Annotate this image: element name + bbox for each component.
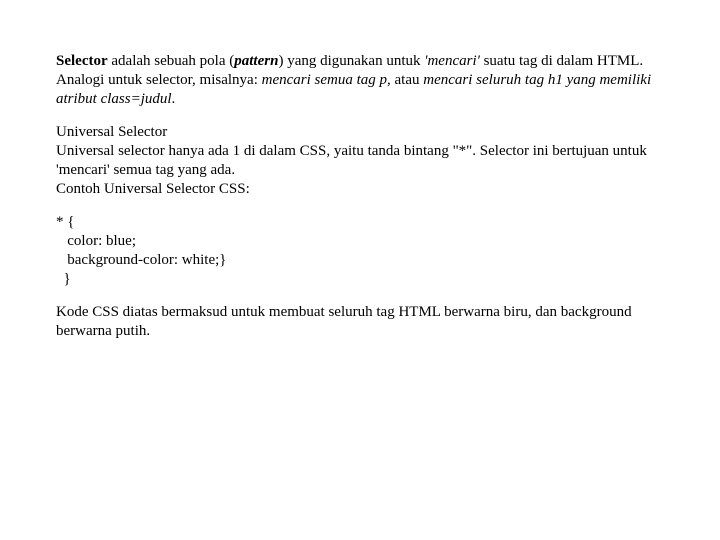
code-line-4: } — [56, 271, 71, 287]
italic-example-1: mencari semua tag p — [262, 72, 387, 88]
text-universal-desc: Universal selector hanya ada 1 di dalam … — [56, 143, 647, 178]
code-block-css: * { color: blue; background-color: white… — [56, 213, 664, 288]
document-page: Selector adalah sebuah pola (pattern) ya… — [0, 0, 720, 341]
term-selector: Selector — [56, 53, 108, 69]
text-explanation: Kode CSS diatas bermaksud untuk membuat … — [56, 304, 632, 339]
code-line-1: * { — [56, 214, 74, 230]
text: , atau — [387, 72, 423, 88]
text: adalah sebuah pola ( — [108, 53, 235, 69]
text-example-label: Contoh Universal Selector CSS: — [56, 181, 250, 197]
code-line-2: color: blue; — [56, 233, 136, 249]
code-line-3: background-color: white;} — [56, 252, 227, 268]
paragraph-selector-definition: Selector adalah sebuah pola (pattern) ya… — [56, 52, 664, 108]
text: ) yang digunakan untuk — [278, 53, 424, 69]
term-pattern: pattern — [234, 53, 278, 69]
paragraph-explanation: Kode CSS diatas bermaksud untuk membuat … — [56, 303, 664, 341]
paragraph-universal-selector: Universal Selector Universal selector ha… — [56, 123, 664, 198]
text: . — [172, 91, 176, 107]
italic-mencari: 'mencari' — [424, 53, 480, 69]
heading-universal-selector: Universal Selector — [56, 124, 167, 140]
